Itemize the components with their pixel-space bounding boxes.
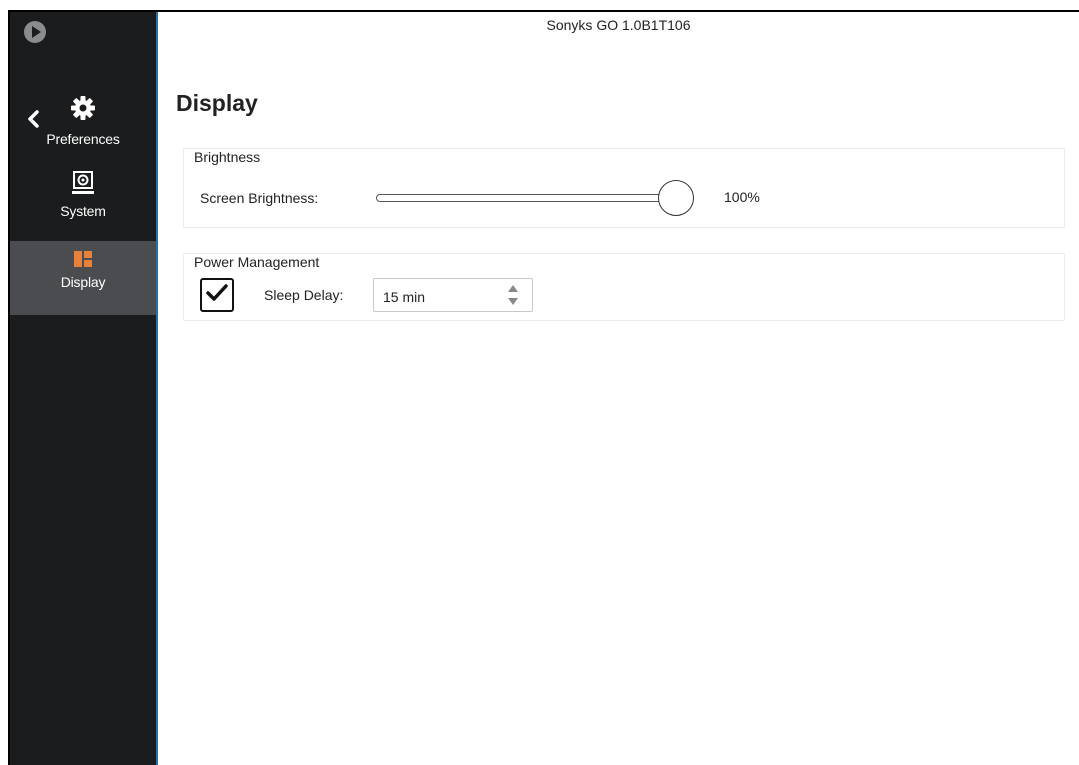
main-content: Display Brightness Screen Brightness: 10… [158, 12, 1079, 765]
sleep-delay-label: Sleep Delay: [264, 287, 344, 303]
group-title: Power Management [194, 254, 320, 270]
sidebar-item-label: System [60, 203, 106, 219]
sidebar-item-label: Display [60, 274, 106, 290]
brightness-slider-track[interactable] [376, 194, 676, 202]
screen-brightness-label: Screen Brightness: [200, 190, 319, 206]
gear-icon [69, 94, 97, 125]
page-title: Display [176, 90, 258, 116]
sleep-delay-value: 15 min [383, 289, 426, 305]
app-logo-icon[interactable] [24, 21, 46, 43]
checkmark-icon [206, 283, 228, 308]
sidebar-item-system[interactable]: System [10, 170, 156, 236]
sleep-delay-stepper[interactable]: 15 min [373, 278, 533, 312]
stepper-arrows-icon[interactable] [506, 283, 520, 307]
group-title: Brightness [194, 149, 261, 165]
sleep-delay-checkbox[interactable] [200, 278, 234, 312]
sidebar-item-display[interactable]: Display [10, 241, 156, 315]
sidebar: Preferences System Display [10, 12, 158, 765]
brightness-value: 100% [724, 189, 760, 205]
brightness-slider-thumb[interactable] [658, 180, 694, 216]
power-management-group: Power Management Sleep Delay: 15 min [183, 253, 1065, 321]
system-icon [70, 170, 96, 199]
sidebar-item-preferences[interactable]: Preferences [10, 94, 156, 160]
brightness-group: Brightness Screen Brightness: 100% [183, 148, 1065, 228]
display-icon [74, 251, 92, 270]
sidebar-item-label: Preferences [46, 131, 120, 147]
app-window: Preferences System Display Sonyks GO 1.0… [8, 10, 1079, 765]
